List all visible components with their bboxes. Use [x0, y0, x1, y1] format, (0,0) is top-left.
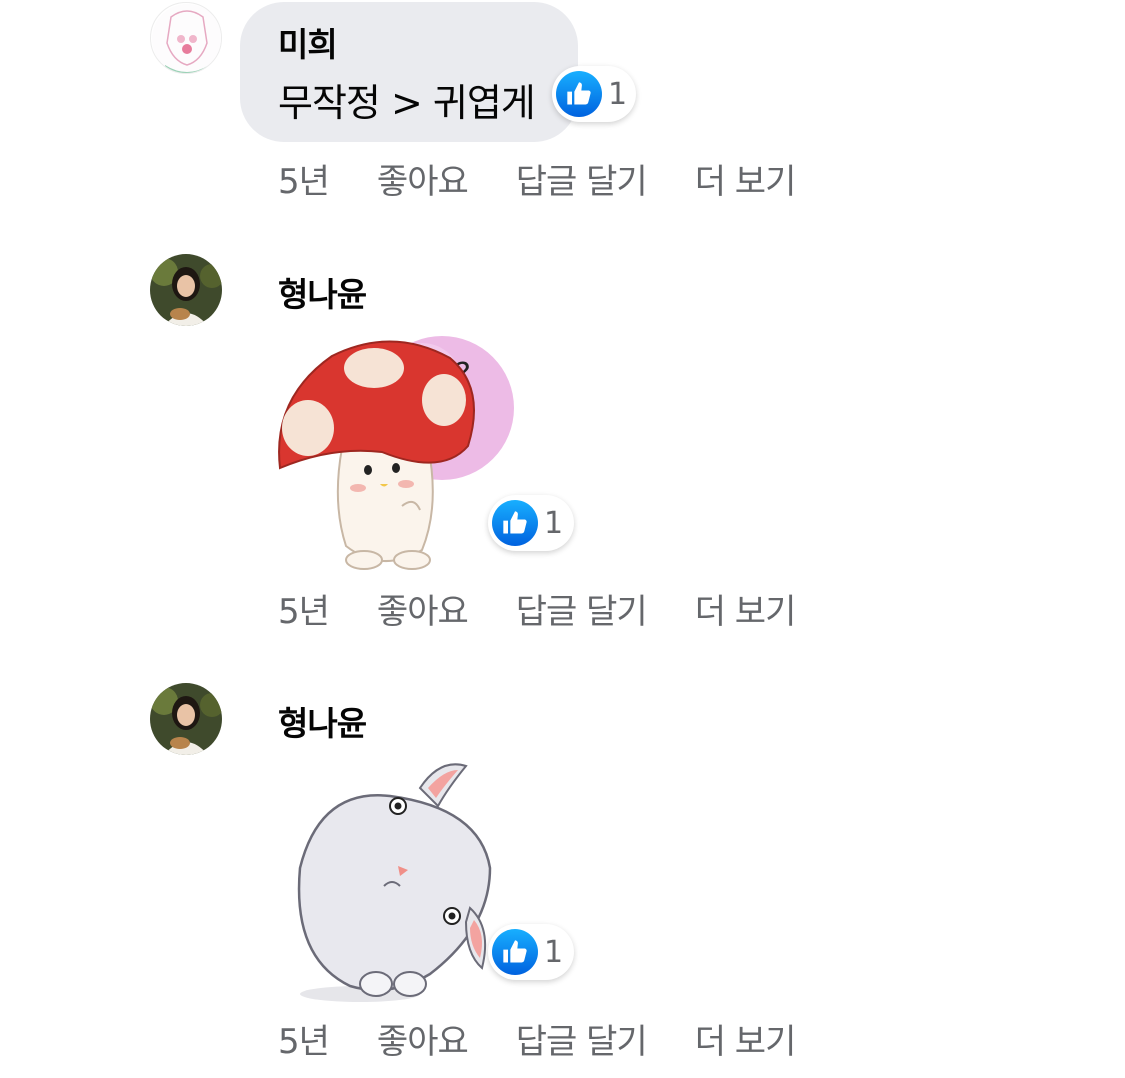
like-link[interactable]: 좋아요 [377, 154, 469, 203]
reaction-badge[interactable]: 1 [488, 495, 574, 551]
timestamp[interactable]: 5년 [278, 154, 330, 203]
like-link[interactable]: 좋아요 [377, 584, 469, 633]
reply-link[interactable]: 답글 달기 [516, 154, 648, 203]
avatar[interactable] [150, 254, 222, 326]
like-link[interactable]: 좋아요 [377, 1014, 469, 1063]
timestamp[interactable]: 5년 [278, 584, 330, 633]
reaction-count: 1 [544, 934, 564, 970]
comment-actions: 5년 좋아요 답글 달기 더 보기 [278, 1014, 843, 1063]
reaction-count: 1 [544, 505, 564, 541]
thumbs-up-icon [556, 71, 602, 117]
reaction-count: 1 [608, 76, 628, 112]
bunny-sticker [280, 758, 500, 1008]
comment: 형나윤 1 5년 좋아요 답글 달기 더 보기 [0, 670, 1125, 1078]
reaction-badge[interactable]: 1 [552, 66, 636, 122]
comment: 미희 무작정 > 귀엽게 1 5년 좋아요 답글 달기 더 보기 [0, 0, 1125, 210]
mushroom-sticker: ? [272, 328, 522, 578]
reply-link[interactable]: 답글 달기 [516, 584, 648, 633]
reply-link[interactable]: 답글 달기 [516, 1014, 648, 1063]
comment-author[interactable]: 형나윤 [278, 697, 367, 745]
reaction-badge[interactable]: 1 [488, 924, 574, 980]
comment-actions: 5년 좋아요 답글 달기 더 보기 [278, 154, 843, 203]
thumbs-up-icon [492, 929, 538, 975]
comment: 형나윤 ? 1 5년 [0, 240, 1125, 640]
comment-author[interactable]: 미희 [278, 18, 338, 66]
timestamp[interactable]: 5년 [278, 1014, 330, 1063]
more-link[interactable]: 더 보기 [695, 584, 797, 633]
avatar[interactable] [150, 683, 222, 755]
more-link[interactable]: 더 보기 [695, 154, 797, 203]
comment-text: 무작정 > 귀엽게 [278, 81, 536, 125]
comment-actions: 5년 좋아요 답글 달기 더 보기 [278, 584, 843, 633]
comment-author[interactable]: 형나윤 [278, 268, 367, 316]
avatar[interactable] [150, 2, 222, 74]
thumbs-up-icon [492, 500, 538, 546]
more-link[interactable]: 더 보기 [695, 1014, 797, 1063]
